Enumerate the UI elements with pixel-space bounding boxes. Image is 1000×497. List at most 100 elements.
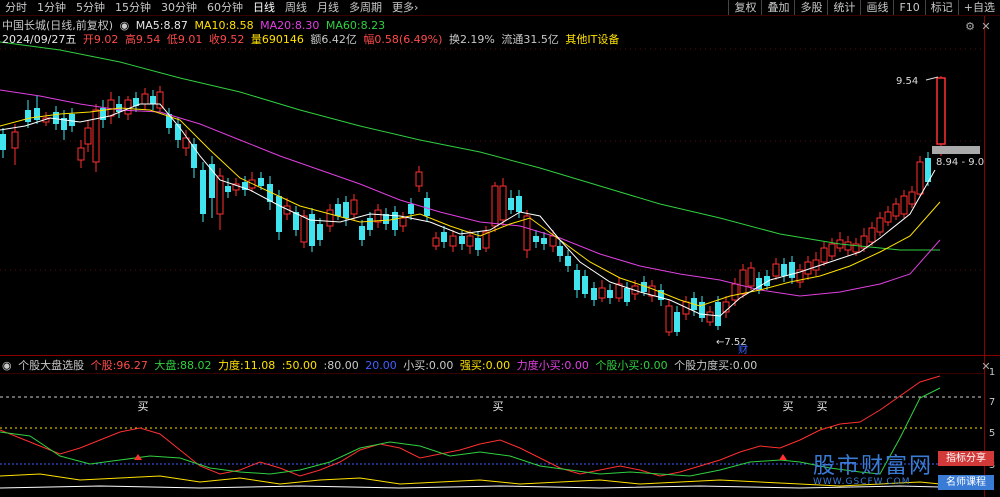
indicator-axis-tick: 5 — [989, 428, 995, 439]
candle-body-down — [34, 108, 40, 120]
strength-label: 力度: — [218, 359, 244, 372]
candle-body-down — [309, 214, 315, 246]
buy-marker: 买 — [817, 400, 828, 413]
tab-weekly[interactable]: 周线 — [280, 0, 312, 15]
candle-body-up — [908, 191, 916, 205]
strength-small-buy-value: 0.00 — [564, 359, 589, 372]
restore-rights-button[interactable]: 复权 — [728, 0, 761, 15]
candle-body-down — [392, 212, 398, 230]
candle-body-up — [747, 267, 755, 287]
candle-body-up — [706, 311, 714, 323]
candle-body-up — [731, 283, 739, 301]
small-buy-label: 小买: — [403, 359, 429, 372]
watermark-url: WWW.GSCFW.COM — [813, 477, 911, 487]
strong-buy-value: 0.00 — [485, 359, 511, 372]
tab-multi-period[interactable]: 多周期 — [344, 0, 387, 15]
candle-body-up — [936, 77, 946, 145]
overlay-button[interactable]: 叠加 — [761, 0, 794, 15]
candle-body-down — [317, 224, 323, 240]
watermark-tag-courses: 名师课程 — [938, 475, 994, 490]
candle-body-up — [499, 185, 507, 221]
open-label: 开 — [82, 33, 94, 46]
candle-body-down — [674, 312, 680, 332]
close-label: 收 — [208, 33, 220, 46]
tab-daily[interactable]: 日线 — [248, 0, 280, 15]
candle-body-up — [156, 91, 164, 109]
period-tabs: 分时 1分钟 5分钟 15分钟 30分钟 60分钟 日线 周线 月线 多周期 更… — [0, 0, 423, 15]
candle-body-down — [624, 288, 630, 302]
ohlc-row: 2024/09/27五 开9.02 高9.54 低9.01 收9.52 量690… — [2, 31, 619, 47]
candle-body-up — [844, 241, 852, 251]
mark-button[interactable]: 标记 — [924, 0, 958, 15]
tab-monthly[interactable]: 月线 — [312, 0, 344, 15]
candle-body-down — [607, 290, 613, 298]
tab-intraday[interactable]: 分时 — [0, 0, 32, 15]
float-label: 流通 — [501, 33, 524, 46]
candle-body-down — [258, 178, 264, 186]
candle-body-up — [141, 93, 149, 105]
event-marker: 财 — [738, 343, 748, 356]
sector-label: 其他IT设备 — [565, 33, 620, 46]
candle-body-up — [549, 235, 557, 247]
indicator-name: 个股大盘选股 — [18, 359, 85, 372]
candle-body-down — [516, 196, 522, 212]
tab-30min[interactable]: 30分钟 — [156, 0, 202, 15]
open-value: 9.02 — [93, 33, 119, 46]
buy-marker: 买 — [138, 400, 149, 413]
tab-15min[interactable]: 15分钟 — [110, 0, 156, 15]
candle-body-down — [508, 198, 514, 210]
candle-body-up — [415, 171, 423, 187]
candle-body-up — [523, 215, 531, 251]
tab-5min[interactable]: 5分钟 — [71, 0, 110, 15]
candle-body-up — [216, 175, 224, 215]
candle-body-down — [557, 246, 563, 256]
candle-body-up — [739, 269, 747, 295]
candle-body-up — [84, 127, 92, 145]
draw-line-button[interactable]: 画线 — [860, 0, 893, 15]
candle-body-down — [459, 236, 465, 244]
candle-body-up — [868, 227, 876, 243]
watermark-title: 股市财富网 — [813, 454, 934, 479]
candle-body-up — [665, 305, 673, 333]
candle-body-down — [69, 114, 75, 126]
buy-marker: 买 — [783, 400, 794, 413]
tab-more[interactable]: 更多› — [387, 0, 423, 15]
volume-label: 量 — [250, 33, 262, 46]
add-watchlist-button[interactable]: +自选 — [957, 0, 1000, 15]
strength-small-buy-label: 力度小买: — [516, 359, 565, 372]
indicator-settings-icon[interactable]: ◉ — [2, 359, 12, 372]
watermark: 股市财富网 WWW.GSCFW.COM 指标分享 名师课程 — [805, 448, 1000, 497]
statistics-button[interactable]: 统计 — [827, 0, 860, 15]
top-bar: 分时 1分钟 5分钟 15分钟 30分钟 60分钟 日线 周线 月线 多周期 更… — [0, 0, 1000, 16]
multi-stock-button[interactable]: 多股 — [794, 0, 827, 15]
candle-body-down — [591, 288, 597, 300]
candle-body-up — [828, 243, 836, 257]
chart-background — [0, 16, 1000, 497]
candle-body-down — [367, 218, 373, 230]
candle-body-down — [335, 204, 341, 216]
toolbar: 复权 叠加 多股 统计 画线 F10 标记 +自选 — [728, 0, 1000, 15]
watermark-tag-indicators: 指标分享 — [938, 451, 994, 466]
candle-body-down — [475, 238, 481, 250]
settings-icon: ⚙ — [965, 20, 975, 33]
tab-60min[interactable]: 60分钟 — [202, 0, 248, 15]
candle-body-up — [491, 185, 499, 227]
price-highlight-bar — [932, 146, 980, 154]
stock-score-value: 96.27 — [116, 359, 148, 372]
strong-buy-label: 强买: — [459, 359, 486, 372]
float-value: 31.5亿 — [523, 33, 559, 46]
candle-body-up — [876, 217, 884, 233]
close-icon: ✕ — [981, 20, 990, 33]
f10-button[interactable]: F10 — [893, 0, 924, 15]
change-label: 幅 — [363, 33, 375, 46]
candle-body-down — [408, 204, 414, 214]
indicator-title-row: ◉ 个股大盘选股 个股:96.27 大盘:88.02 力度:11.08 :50.… — [2, 357, 760, 373]
kline-chart[interactable]: 9.548.94 - 9.0←7.52财买买买买1753⚙✕✕ — [0, 16, 1000, 497]
candle-body-down — [276, 196, 282, 232]
tab-1min[interactable]: 1分钟 — [32, 0, 71, 15]
level80-value: 80.00 — [327, 359, 359, 372]
candle-body-down — [582, 276, 588, 294]
candle-body-up — [772, 263, 780, 277]
volume-value: 690146 — [261, 33, 304, 46]
candle-body-down — [150, 96, 156, 104]
